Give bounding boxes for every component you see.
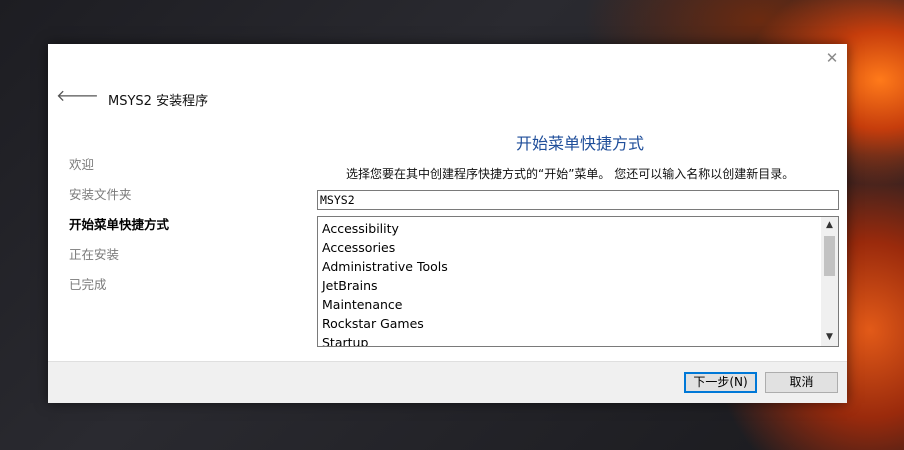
step-welcome: 欢迎 bbox=[69, 157, 95, 172]
list-item[interactable]: Maintenance bbox=[322, 295, 448, 314]
cancel-button[interactable]: 取消 bbox=[765, 372, 838, 393]
list-item[interactable]: Administrative Tools bbox=[322, 257, 448, 276]
page-description: 选择您要在其中创建程序快捷方式的“开始”菜单。 您还可以输入名称以创建新目录。 bbox=[346, 167, 795, 181]
installer-window: ✕ 🡐 MSYS2 安装程序 欢迎 安装文件夹 开始菜单快捷方式 正在安装 已完… bbox=[48, 44, 847, 403]
step-installing: 正在安装 bbox=[69, 247, 120, 262]
page-title: 开始菜单快捷方式 bbox=[516, 134, 645, 153]
next-button[interactable]: 下一步(N) bbox=[684, 372, 757, 393]
window-title: MSYS2 安装程序 bbox=[108, 94, 209, 109]
scroll-thumb[interactable] bbox=[824, 236, 835, 276]
button-bar: 下一步(N) 取消 bbox=[48, 361, 847, 403]
start-menu-folder-list[interactable]: Accessibility Accessories Administrative… bbox=[317, 216, 839, 347]
back-arrow-icon[interactable]: 🡐 bbox=[56, 88, 99, 104]
chevron-up-icon[interactable]: ▲ bbox=[821, 217, 838, 234]
start-menu-folder-input[interactable] bbox=[317, 190, 839, 210]
list-item[interactable]: Startup bbox=[322, 333, 448, 346]
list-item[interactable]: JetBrains bbox=[322, 276, 448, 295]
list-item[interactable]: Accessories bbox=[322, 238, 448, 257]
step-install-folder: 安装文件夹 bbox=[69, 187, 132, 202]
list-item[interactable]: Rockstar Games bbox=[322, 314, 448, 333]
vertical-scrollbar[interactable]: ▲ ▼ bbox=[821, 217, 838, 346]
chevron-down-icon[interactable]: ▼ bbox=[821, 329, 838, 346]
step-start-menu: 开始菜单快捷方式 bbox=[69, 217, 170, 232]
close-icon[interactable]: ✕ bbox=[824, 50, 840, 66]
list-item[interactable]: Accessibility bbox=[322, 219, 448, 238]
step-finished: 已完成 bbox=[69, 277, 107, 292]
step-list: 欢迎 安装文件夹 开始菜单快捷方式 正在安装 已完成 bbox=[69, 154, 169, 304]
